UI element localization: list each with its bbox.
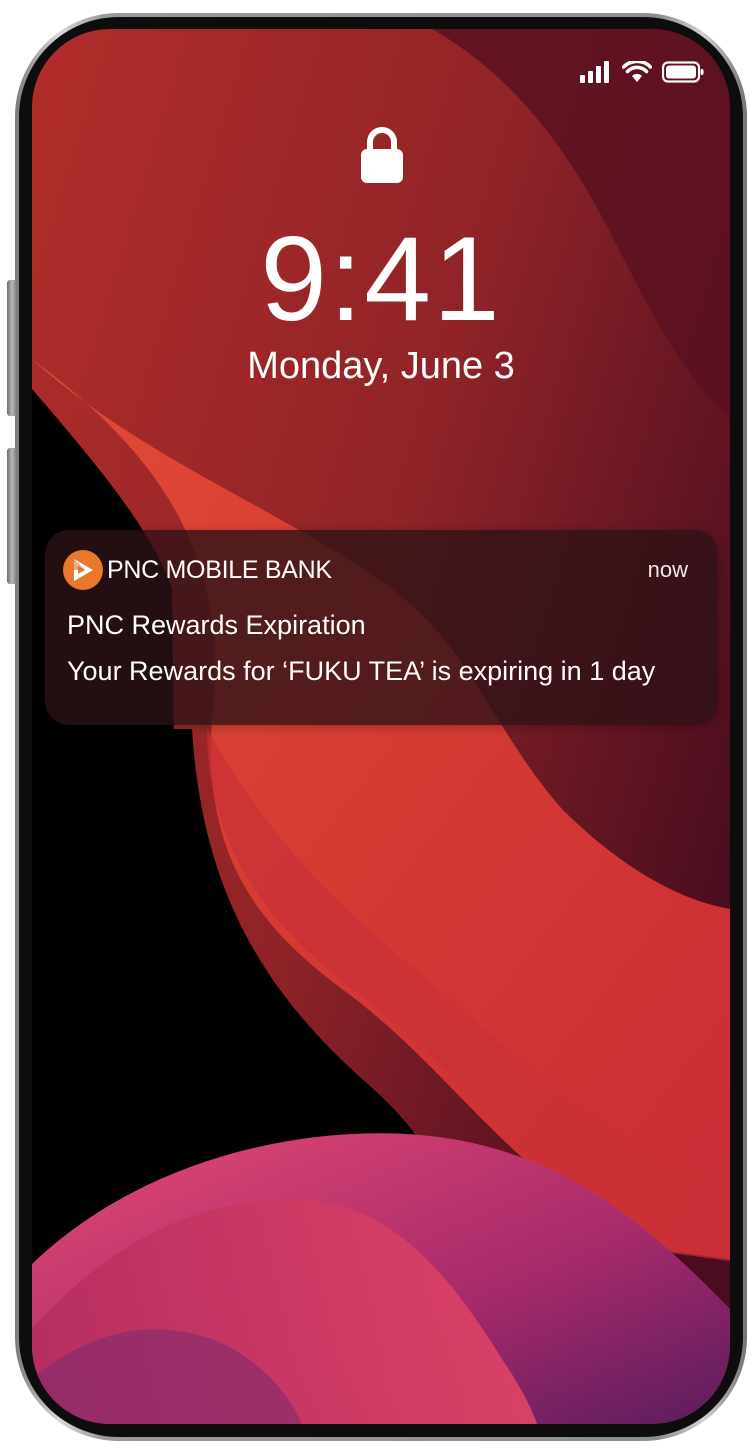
volume-down-button bbox=[7, 448, 17, 584]
notification-body: Your Rewards for ‘FUKU TEA’ is expiring … bbox=[67, 656, 656, 686]
padlock-icon bbox=[361, 127, 403, 183]
notification-title: PNC Rewards Expiration bbox=[67, 610, 366, 640]
lock-screen: 9:41 Monday, June 3 PNC MOBILE BANK now … bbox=[32, 29, 730, 1424]
notification-header: PNC MOBILE BANK now bbox=[63, 550, 688, 590]
pnc-logo-icon bbox=[63, 550, 103, 590]
status-bar bbox=[580, 61, 704, 83]
lock-screen-time: 9:41 bbox=[260, 212, 502, 346]
notification-card[interactable]: PNC MOBILE BANK now PNC Rewards Expirati… bbox=[45, 530, 718, 725]
lock-screen-date: Monday, June 3 bbox=[247, 345, 515, 387]
notification-time: now bbox=[647, 557, 688, 582]
notification-app-name: PNC MOBILE BANK bbox=[107, 555, 332, 584]
battery-icon bbox=[662, 61, 704, 83]
cellular-signal-icon bbox=[580, 61, 609, 83]
volume-up-button bbox=[7, 280, 17, 416]
wifi-icon bbox=[622, 61, 652, 82]
